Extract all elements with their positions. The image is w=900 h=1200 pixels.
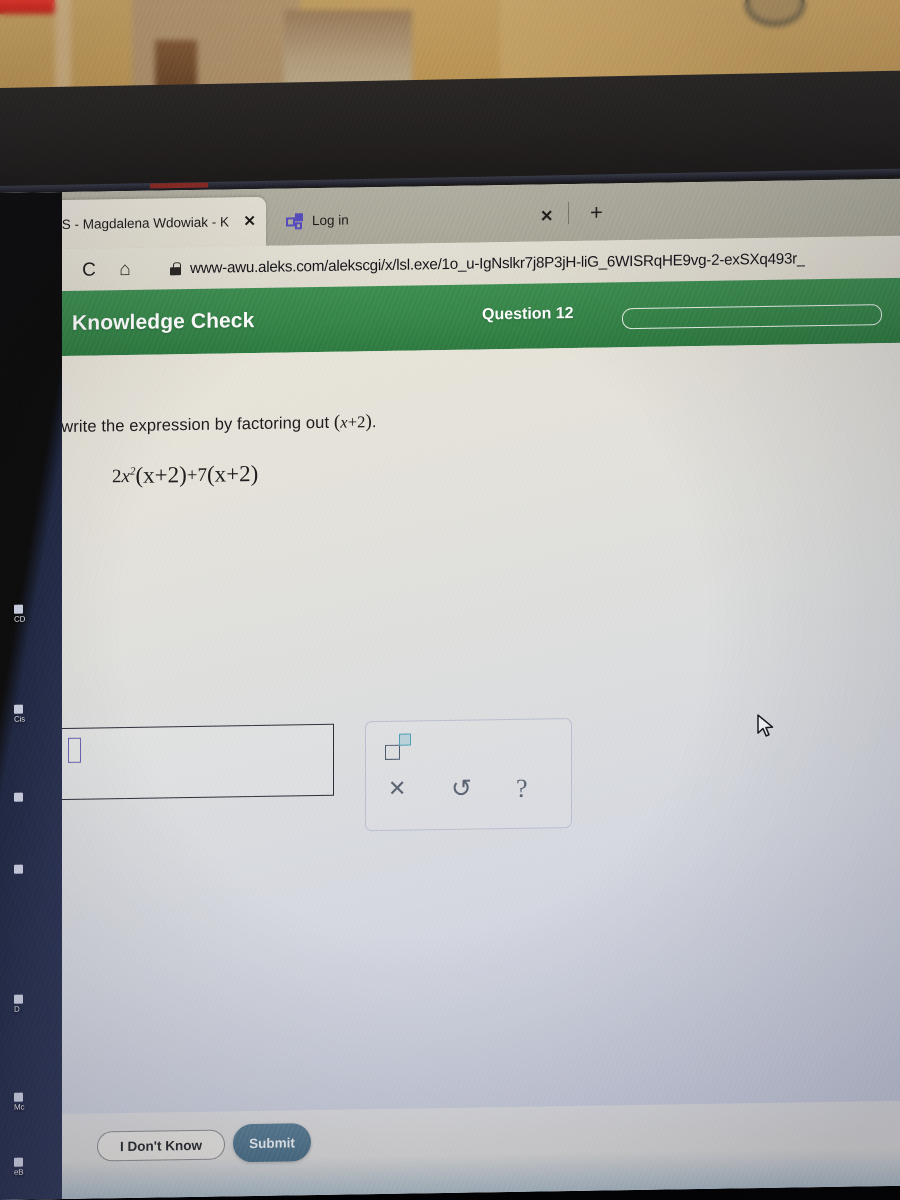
expr-group-one: (x+2) bbox=[135, 462, 187, 488]
desktop-icon: eB bbox=[14, 1157, 44, 1177]
window-close-icon[interactable]: ✕ bbox=[540, 206, 553, 226]
question-counter: Question 12 bbox=[482, 304, 574, 324]
undo-icon[interactable]: ↺ bbox=[451, 776, 472, 803]
browser-tab-title: Log in bbox=[312, 212, 349, 229]
expr-variable: x bbox=[121, 465, 130, 488]
desktop-icon bbox=[14, 864, 44, 874]
browser-tab-login[interactable]: Log in bbox=[276, 194, 456, 246]
browser-window: A ALEKS - Magdalena Wdowiak - K ✕ Log in… bbox=[0, 178, 900, 1200]
desktop-icon: Cis bbox=[14, 704, 44, 724]
prompt-variable: x bbox=[340, 412, 348, 432]
toolbar-divider bbox=[568, 202, 569, 225]
math-placeholder-caret bbox=[68, 737, 81, 763]
math-expression: 2x2(x+2)+7(x+2) bbox=[112, 461, 258, 489]
clear-icon[interactable]: ✕ bbox=[388, 776, 406, 801]
desktop-icon: D bbox=[14, 994, 44, 1014]
expr-group-two: (x+2) bbox=[206, 460, 259, 487]
desktop-icon-label: Cis bbox=[14, 714, 25, 724]
lock-icon bbox=[170, 261, 181, 275]
page-title: Knowledge Check bbox=[72, 308, 255, 335]
math-tool-palette: ✕ ↺ ? bbox=[365, 718, 572, 832]
submit-button[interactable]: Submit bbox=[233, 1123, 311, 1163]
reload-icon[interactable]: C bbox=[76, 259, 102, 280]
prompt-operator: + bbox=[347, 412, 358, 432]
desktop-icon: Mc bbox=[14, 1092, 44, 1112]
desktop-icon: CD bbox=[14, 604, 44, 624]
home-icon[interactable]: ⌂ bbox=[112, 258, 138, 279]
help-icon[interactable]: ? bbox=[516, 774, 528, 803]
url-input[interactable]: www-awu.aleks.com/alekscgi/x/lsl.exe/1o_… bbox=[190, 250, 805, 277]
new-tab-icon[interactable]: + bbox=[590, 200, 603, 225]
dont-know-button[interactable]: I Don't Know bbox=[97, 1129, 225, 1162]
monitor-screen: A ALEKS - Magdalena Wdowiak - K ✕ Log in… bbox=[0, 178, 900, 1200]
desktop-icon-label: Mc bbox=[14, 1102, 25, 1112]
answer-input[interactable] bbox=[56, 723, 334, 801]
tab-close-icon[interactable]: ✕ bbox=[243, 213, 256, 230]
question-content-area: Rewrite the expression by factoring out … bbox=[0, 342, 900, 1200]
expr-coefficient: 2 bbox=[112, 466, 122, 488]
desktop-background-strip: CD Cis D Mc eB bbox=[0, 192, 62, 1200]
progress-bar bbox=[622, 304, 882, 330]
expr-operator: + bbox=[186, 464, 198, 487]
action-bar: I Don't Know Submit bbox=[0, 1100, 900, 1200]
exponent-template-icon[interactable] bbox=[385, 733, 419, 760]
question-prompt: Rewrite the expression by factoring out … bbox=[40, 411, 377, 438]
expr-coefficient-two: 7 bbox=[197, 464, 207, 486]
prompt-text: Rewrite the expression by factoring out bbox=[40, 413, 334, 437]
desktop-icon-label: CD bbox=[14, 614, 26, 624]
squares-icon bbox=[286, 212, 304, 229]
desktop-icon-label: eB bbox=[14, 1167, 24, 1177]
prompt-period: . bbox=[371, 413, 377, 432]
desktop-icon bbox=[14, 792, 44, 802]
desktop-icon-label: D bbox=[14, 1004, 20, 1014]
mouse-cursor-icon bbox=[757, 714, 774, 737]
